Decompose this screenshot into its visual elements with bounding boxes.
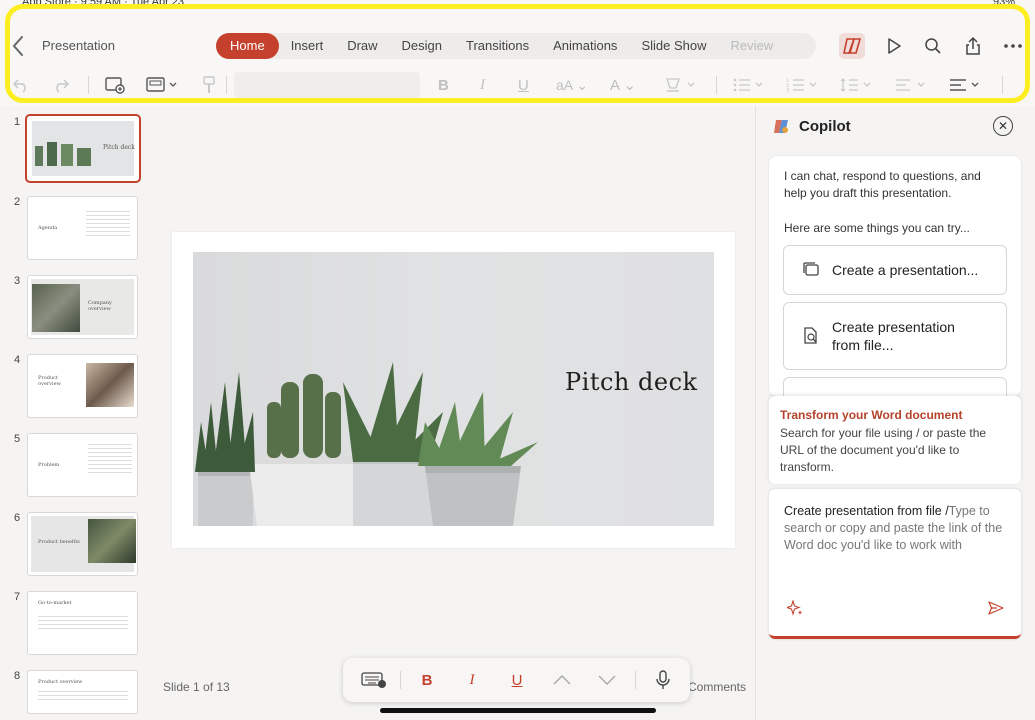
suggestion-create-presentation[interactable]: Create a presentation... xyxy=(783,245,1007,295)
thumbnail-number: 7 xyxy=(14,591,21,603)
floating-format-bar: B I U xyxy=(343,658,690,702)
copilot-input-text[interactable]: Create presentation from file /Type to s… xyxy=(784,503,1009,554)
microphone-icon[interactable] xyxy=(653,669,673,691)
slide-thumbnail-5[interactable]: Problem xyxy=(27,433,138,497)
thumbnail-title: Product overview xyxy=(38,679,83,685)
format-painter-icon[interactable] xyxy=(202,74,216,96)
search-icon[interactable] xyxy=(920,33,946,59)
thumbnail-number: 5 xyxy=(14,433,21,445)
slide-thumbnail-6[interactable]: Product benefits xyxy=(27,512,138,576)
share-icon[interactable] xyxy=(960,33,986,59)
italic-button[interactable]: I xyxy=(463,669,481,691)
comments-button[interactable]: Comments xyxy=(688,680,746,694)
divider xyxy=(716,76,717,94)
slides-icon xyxy=(802,261,820,279)
send-icon[interactable] xyxy=(988,600,1004,616)
thumbnail-number: 4 xyxy=(14,354,21,366)
highlight-icon[interactable] xyxy=(664,74,698,96)
copilot-logo-icon xyxy=(773,118,790,135)
chevron-up-icon[interactable] xyxy=(550,669,574,691)
text-direction-icon[interactable] xyxy=(894,74,928,96)
thumbnail-title: Problem xyxy=(38,462,60,468)
numbering-icon[interactable]: 123 xyxy=(786,74,820,96)
suggestion-label: Create a presentation... xyxy=(832,262,979,278)
bullets-icon[interactable] xyxy=(732,74,766,96)
transform-title: Transform your Word document xyxy=(780,408,963,422)
thumbnail-title: Agenda xyxy=(38,225,58,231)
copilot-title: Copilot xyxy=(799,118,851,135)
thumbnail-number: 8 xyxy=(14,670,21,682)
slide-thumbnail-3[interactable]: Company overview xyxy=(27,275,138,339)
thumbnail-number: 3 xyxy=(14,275,21,287)
status-bar: App Store · 9:59 AM · Tue Apr 23 93% xyxy=(0,0,1035,14)
thumbnail-title: Company overview xyxy=(88,300,112,312)
layout-icon[interactable] xyxy=(146,74,178,96)
underline-icon[interactable]: U xyxy=(518,74,529,96)
thumbnail-number: 2 xyxy=(14,196,21,208)
slide-thumbnail-4[interactable]: Product overview xyxy=(27,354,138,418)
slide-thumbnail-rail: 1 Pitch deck 2 Agenda 3 Company overview… xyxy=(0,106,150,720)
sparkle-icon[interactable] xyxy=(785,599,803,616)
align-icon[interactable] xyxy=(948,74,982,96)
slide-title[interactable]: Pitch deck xyxy=(565,368,698,396)
header-actions xyxy=(0,33,1035,59)
chevron-down-icon[interactable] xyxy=(595,669,619,691)
font-name-box[interactable] xyxy=(234,72,420,98)
slide-thumbnail-8[interactable]: Product overview xyxy=(27,670,138,714)
slide-thumbnail-2[interactable]: Agenda xyxy=(27,196,138,260)
divider xyxy=(635,671,636,689)
font-size-icon[interactable]: aA ⌄ xyxy=(556,74,588,96)
keyboard-icon[interactable] xyxy=(361,669,387,691)
more-icon[interactable] xyxy=(1000,33,1026,59)
input-value: Create presentation from file / xyxy=(784,504,949,518)
slide-counter: Slide 1 of 13 xyxy=(163,680,230,694)
suggestion-partial[interactable] xyxy=(783,377,1007,396)
divider xyxy=(1002,76,1003,94)
suggestion-create-from-file[interactable]: Create presentation from file... xyxy=(783,302,1007,370)
copilot-intro: I can chat, respond to questions, and he… xyxy=(784,169,981,200)
underline-button[interactable]: U xyxy=(508,669,526,691)
copilot-hint: Here are some things you can try... xyxy=(784,221,970,235)
copilot-icon[interactable] xyxy=(839,33,865,59)
svg-text:3: 3 xyxy=(786,88,789,94)
play-icon[interactable] xyxy=(881,33,907,59)
thumbnail-number: 1 xyxy=(14,116,21,128)
slide-thumbnail-7[interactable]: Go-to-market xyxy=(27,591,138,655)
document-search-icon xyxy=(802,327,820,345)
divider xyxy=(226,76,227,94)
status-left: App Store · 9:59 AM · Tue Apr 23 xyxy=(22,0,185,8)
battery-level: 93% xyxy=(992,0,1015,8)
transform-description: Search for your file using / or paste th… xyxy=(780,426,987,474)
ribbon-toolbar: B I U aA ⌄ A ⌄ 123 xyxy=(0,70,1035,100)
close-icon[interactable]: ✕ xyxy=(993,116,1013,136)
thumbnail-title: Pitch deck xyxy=(103,144,135,151)
divider xyxy=(88,76,89,94)
thumbnail-title: Go-to-market xyxy=(38,600,72,606)
bold-button[interactable]: B xyxy=(418,669,436,691)
divider xyxy=(400,671,401,689)
italic-icon[interactable]: I xyxy=(480,74,485,96)
font-color-icon[interactable]: A ⌄ xyxy=(610,74,636,96)
slide-thumbnail-1[interactable]: Pitch deck xyxy=(25,114,141,183)
suggestion-label: Create presentation from file... xyxy=(832,319,955,353)
thumbnail-title: Product overview xyxy=(38,375,61,387)
new-slide-icon[interactable] xyxy=(104,74,126,96)
thumbnail-number: 6 xyxy=(14,512,21,524)
home-indicator xyxy=(380,708,656,713)
redo-icon[interactable] xyxy=(52,74,70,96)
line-spacing-icon[interactable] xyxy=(840,74,874,96)
bold-icon[interactable]: B xyxy=(438,74,449,96)
undo-icon[interactable] xyxy=(12,74,30,96)
thumbnail-title: Product benefits xyxy=(38,539,80,545)
